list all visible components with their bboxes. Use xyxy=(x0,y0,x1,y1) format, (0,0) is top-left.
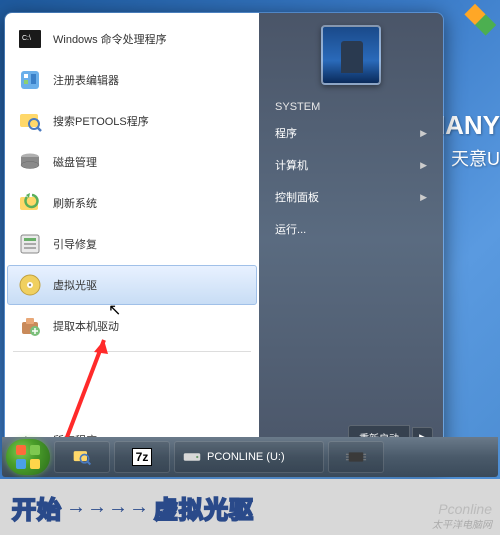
chip-icon xyxy=(345,448,367,466)
annotation-caption: 开始 →→→→ 虚拟光驱 Pconline 太平洋电脑网 xyxy=(0,479,500,535)
chevron-right-icon: ▶ xyxy=(420,128,427,139)
start-button[interactable] xyxy=(6,439,50,475)
bootrepair-icon xyxy=(17,231,43,257)
menu-item-label: 引导修复 xyxy=(53,236,97,252)
menu-item-search-petools[interactable]: 搜索PETOOLS程序 xyxy=(7,101,257,141)
arrow-icon: →→→→ xyxy=(66,496,150,519)
extractdrv-icon xyxy=(17,313,43,339)
menu-item-label: 注册表编辑器 xyxy=(53,72,119,88)
menu-item-regedit[interactable]: 注册表编辑器 xyxy=(7,60,257,100)
start-menu: C:\ Windows 命令处理程序 注册表编辑器 搜索PETOOLS程序 磁盘… xyxy=(4,12,444,467)
watermark-bottom: 太平洋电脑网 xyxy=(432,516,492,531)
caption-target: 虚拟光驱 xyxy=(154,490,254,525)
menu-item-extractdrv[interactable]: 提取本机驱动 xyxy=(7,306,257,346)
right-item-programs[interactable]: 程序 ▶ xyxy=(259,117,443,149)
menu-item-label: Windows 命令处理程序 xyxy=(53,31,167,47)
search-icon xyxy=(17,108,43,134)
refresh-icon xyxy=(17,190,43,216)
drive-icon xyxy=(183,450,201,464)
taskbar-item-drive[interactable]: PCONLINE (U:) xyxy=(174,441,324,473)
right-item-label: 运行... xyxy=(275,221,306,237)
menu-item-label: 刷新系统 xyxy=(53,195,97,211)
right-item-controlpanel[interactable]: 控制面板 ▶ xyxy=(259,181,443,213)
taskbar-item-label: PCONLINE (U:) xyxy=(207,451,285,463)
separator xyxy=(13,351,251,352)
taskbar-item-search[interactable] xyxy=(54,441,110,473)
taskbar-item-chip[interactable] xyxy=(328,441,384,473)
menu-item-label: 搜索PETOOLS程序 xyxy=(53,113,149,129)
menu-item-virtualcd[interactable]: 虚拟光驱 xyxy=(7,265,257,305)
menu-item-refresh[interactable]: 刷新系统 xyxy=(7,183,257,223)
right-item-computer[interactable]: 计算机 ▶ xyxy=(259,149,443,181)
diskmgmt-icon xyxy=(17,149,43,175)
caption-text: 开始 →→→→ 虚拟光驱 xyxy=(12,490,254,525)
user-name: SYSTEM xyxy=(259,97,443,117)
menu-item-label: 磁盘管理 xyxy=(53,154,97,170)
magnifier-icon xyxy=(72,447,92,467)
caption-start: 开始 xyxy=(12,490,62,525)
right-item-run[interactable]: 运行... xyxy=(259,213,443,245)
user-picture[interactable] xyxy=(321,25,381,85)
svg-text:C:\: C:\ xyxy=(22,35,31,42)
menu-item-label: 虚拟光驱 xyxy=(53,277,97,293)
right-item-label: 控制面板 xyxy=(275,189,319,205)
7z-icon: 7z xyxy=(132,448,153,466)
cmd-icon: C:\ xyxy=(17,26,43,52)
taskbar-item-7z[interactable]: 7z xyxy=(114,441,170,473)
right-item-label: 计算机 xyxy=(275,157,308,173)
chevron-right-icon: ▶ xyxy=(420,192,427,203)
regedit-icon xyxy=(17,67,43,93)
chevron-right-icon: ▶ xyxy=(420,160,427,171)
taskbar: 7z PCONLINE (U:) xyxy=(2,437,498,477)
right-item-label: 程序 xyxy=(275,125,297,141)
menu-item-label: 提取本机驱动 xyxy=(53,318,119,334)
watermark-top: Pconline xyxy=(438,501,492,517)
start-menu-left-panel: C:\ Windows 命令处理程序 注册表编辑器 搜索PETOOLS程序 磁盘… xyxy=(5,13,259,466)
windows-logo-icon xyxy=(16,445,40,469)
menu-item-bootrepair[interactable]: 引导修复 xyxy=(7,224,257,264)
decorative-shape xyxy=(454,4,496,46)
menu-item-diskmgmt[interactable]: 磁盘管理 xyxy=(7,142,257,182)
start-menu-right-panel: SYSTEM 程序 ▶ 计算机 ▶ 控制面板 ▶ 运行... 重新启动 ▶ xyxy=(259,13,443,466)
menu-item-cmd[interactable]: C:\ Windows 命令处理程序 xyxy=(7,19,257,59)
virtualcd-icon xyxy=(17,272,43,298)
